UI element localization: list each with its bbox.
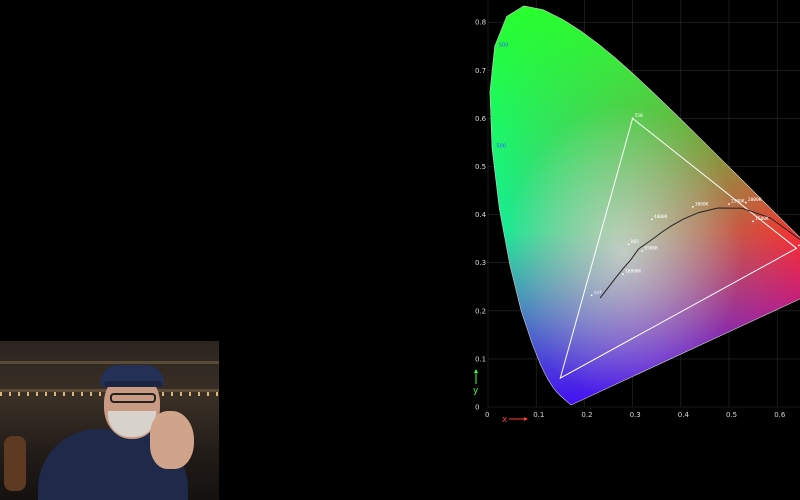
point-marker [744,201,747,204]
point-marker [631,117,634,120]
y-tick-label: 0.7 [475,67,486,75]
point-label: D65 [631,239,639,245]
y-tick-label: 0.8 [475,19,486,27]
y-tick-label: 0.6 [475,115,487,123]
y-axis-label: y [473,386,479,396]
hand-image [150,411,194,469]
point-marker [641,250,644,253]
x-axis-label: x [502,415,508,425]
point-marker [691,206,694,208]
x-tick-label: 0.3 [630,411,641,419]
y-tick-label: 0.1 [475,355,486,363]
y-tick-label: 0.5 [475,163,486,171]
point-label: 2500K [731,199,745,205]
screen: 0 0.1 0.2 0.3 0.4 0.5 0.6 0 0.1 0.2 0.3 0.4 0.5 0.6 0.… [0,0,800,500]
y-tick-label: 0.2 [475,307,486,315]
point-marker [752,220,754,223]
point-label: 4000K [654,214,668,220]
point-marker [650,218,653,221]
x-tick-label: 0.6 [774,411,786,419]
x-tick-label: 0.5 [726,411,737,419]
x-tick-label: 0.4 [678,411,690,419]
point-label: inf [594,290,602,296]
y-tick-label: 0.3 [475,259,486,267]
point-label: 6500K [644,246,658,252]
wavelength-label: 500 [499,42,509,48]
point-label: 2000K [748,197,762,203]
point-label: 10000K [625,269,642,275]
x-axis-indicator: x [502,415,528,425]
point-marker [728,203,730,205]
point-label: 1500K [755,216,769,222]
point-marker [622,273,624,276]
wavelength-label: 500 [496,143,506,149]
y-tick-label: 0 [475,404,479,412]
point-label: 550 [635,113,643,119]
spectral-locus-fill [489,5,800,405]
x-tick-label: 0.2 [581,411,592,419]
x-tick-label: 0 [485,411,489,419]
point-marker [627,243,630,246]
point-marker [590,294,593,297]
point-label: 3000K [695,201,709,207]
guitar-image [4,436,26,491]
y-tick-label: 0.4 [475,211,487,219]
glasses-image [110,393,156,403]
x-tick-label: 0.1 [533,411,544,419]
y-axis-indicator: y [473,369,479,396]
webcam-presenter [0,341,219,500]
